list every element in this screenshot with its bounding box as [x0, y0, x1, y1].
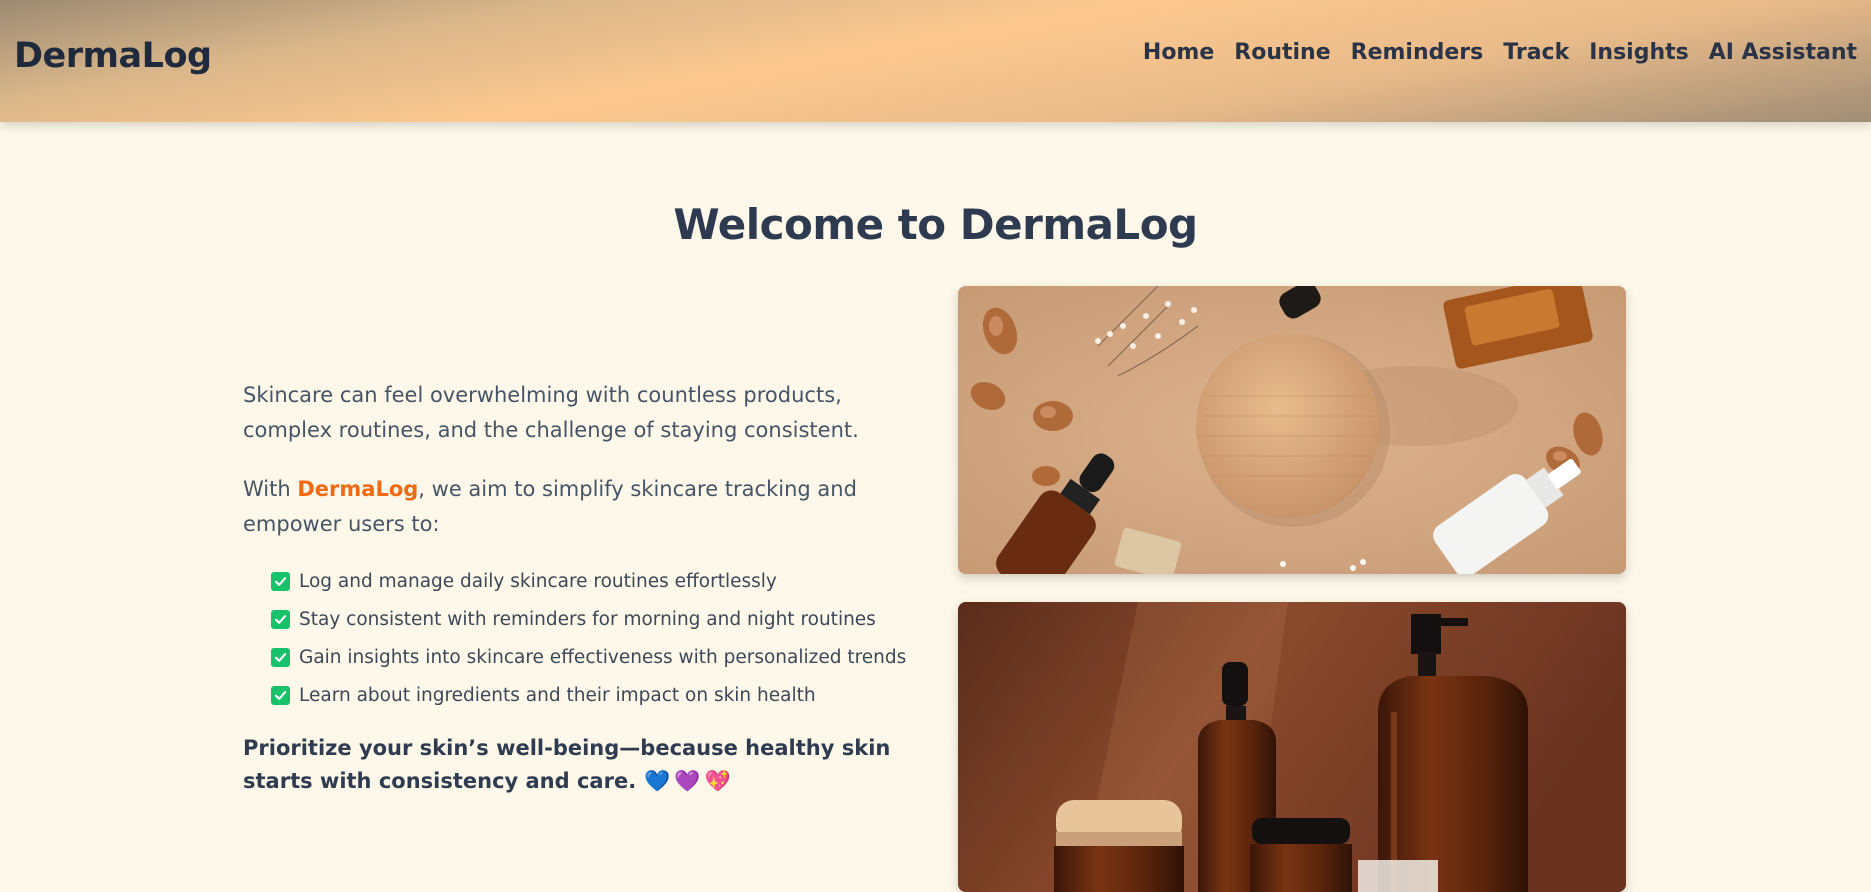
list-item: Learn about ingredients and their impact… [271, 676, 913, 714]
main-nav: Home Routine Reminders Track Insights AI… [1143, 40, 1857, 65]
logo[interactable]: DermaLog [14, 36, 212, 76]
brand-name: DermaLog [297, 477, 419, 501]
checkbox-icon [271, 685, 290, 705]
bottles-illustration [958, 602, 1626, 892]
checkbox-icon [271, 647, 290, 667]
amber-bottles-image [958, 602, 1626, 892]
list-item: Stay consistent with reminders for morni… [271, 600, 913, 638]
feature-list: Log and manage daily skincare routines e… [271, 562, 913, 714]
intro-paragraph: Skincare can feel overwhelming with coun… [243, 383, 859, 442]
nav-track[interactable]: Track [1503, 40, 1569, 65]
intro-section: Skincare can feel overwhelming with coun… [243, 378, 913, 798]
mission-prefix: With [243, 477, 298, 501]
feature-text: Stay consistent with reminders for morni… [299, 608, 876, 630]
flatlay-illustration [958, 286, 1626, 574]
closing-text: Prioritize your skin’s well-being—becaus… [243, 736, 891, 793]
nav-home[interactable]: Home [1143, 40, 1214, 65]
nav-reminders[interactable]: Reminders [1351, 40, 1484, 65]
checkbox-icon [271, 609, 290, 629]
product-flatlay-image [958, 286, 1626, 574]
checkbox-icon [271, 571, 290, 591]
hearts-icon: 💙💜💖 [644, 769, 735, 793]
closing-statement: Prioritize your skin’s well-being—becaus… [243, 732, 913, 798]
feature-text: Gain insights into skincare effectivenes… [299, 646, 907, 668]
feature-text: Learn about ingredients and their impact… [299, 684, 816, 706]
mission-paragraph: With DermaLog, we aim to simplify skinca… [243, 472, 913, 542]
site-header: DermaLog Home Routine Reminders Track In… [0, 0, 1871, 122]
nav-insights[interactable]: Insights [1589, 40, 1689, 65]
page-title: Welcome to DermaLog [673, 200, 1198, 249]
feature-text: Log and manage daily skincare routines e… [299, 570, 777, 592]
list-item: Log and manage daily skincare routines e… [271, 562, 913, 600]
nav-ai-assistant[interactable]: AI Assistant [1709, 40, 1857, 65]
list-item: Gain insights into skincare effectivenes… [271, 638, 913, 676]
nav-routine[interactable]: Routine [1234, 40, 1330, 65]
